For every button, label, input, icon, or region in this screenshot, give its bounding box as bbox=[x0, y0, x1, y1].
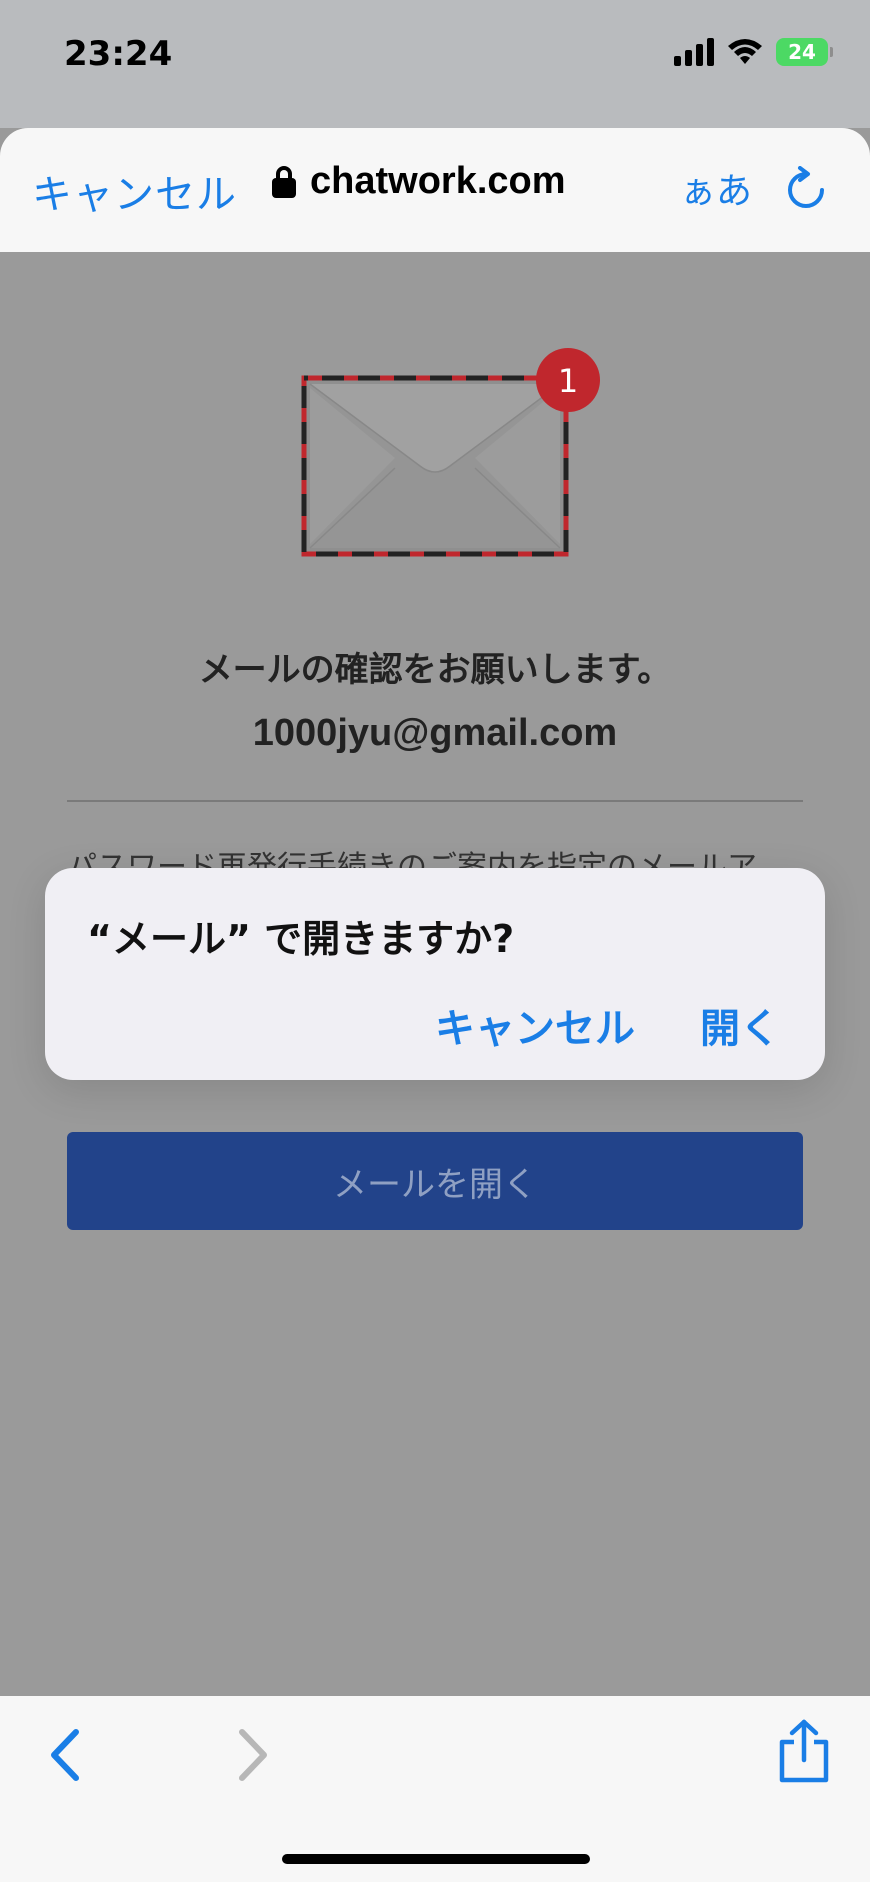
dialog-title: “メール” で開きますか? bbox=[87, 917, 515, 961]
envelope-icon: 1 bbox=[301, 348, 600, 557]
share-icon[interactable] bbox=[776, 1718, 832, 1784]
open-mail-button[interactable]: メールを開く bbox=[67, 1132, 803, 1230]
back-chevron-icon[interactable] bbox=[46, 1726, 82, 1784]
reload-icon[interactable] bbox=[784, 166, 828, 214]
page-heading: メールの確認をお願いします。 bbox=[198, 650, 672, 690]
open-in-mail-dialog: “メール” で開きますか? キャンセル 開く bbox=[45, 868, 825, 1080]
battery-level: 24 bbox=[788, 40, 816, 64]
browser-toolbar bbox=[0, 1696, 870, 1882]
browser-cancel-button[interactable]: キャンセル bbox=[32, 162, 237, 220]
url-text: chatwork.com bbox=[310, 160, 566, 202]
lock-icon bbox=[272, 165, 296, 198]
text-size-button[interactable]: ぁあ bbox=[680, 162, 752, 214]
dialog-open-button[interactable]: 開く bbox=[700, 996, 780, 1054]
status-bar: 23:24 24 bbox=[0, 0, 870, 128]
forward-chevron-icon[interactable] bbox=[236, 1726, 272, 1784]
dialog-cancel-button[interactable]: キャンセル bbox=[435, 996, 635, 1054]
battery-icon: 24 bbox=[776, 38, 833, 66]
status-time: 23:24 bbox=[64, 34, 173, 74]
badge-count: 1 bbox=[558, 362, 578, 400]
status-icons: 24 bbox=[674, 38, 833, 66]
divider bbox=[67, 800, 803, 802]
browser-header: キャンセル chatwork.com ぁあ bbox=[0, 128, 870, 252]
url-bar[interactable]: chatwork.com bbox=[272, 160, 566, 203]
home-indicator bbox=[282, 1854, 590, 1864]
email-address: 1000jyu@gmail.com bbox=[252, 712, 618, 754]
wifi-icon bbox=[728, 39, 762, 64]
cellular-signal-icon bbox=[674, 38, 714, 66]
